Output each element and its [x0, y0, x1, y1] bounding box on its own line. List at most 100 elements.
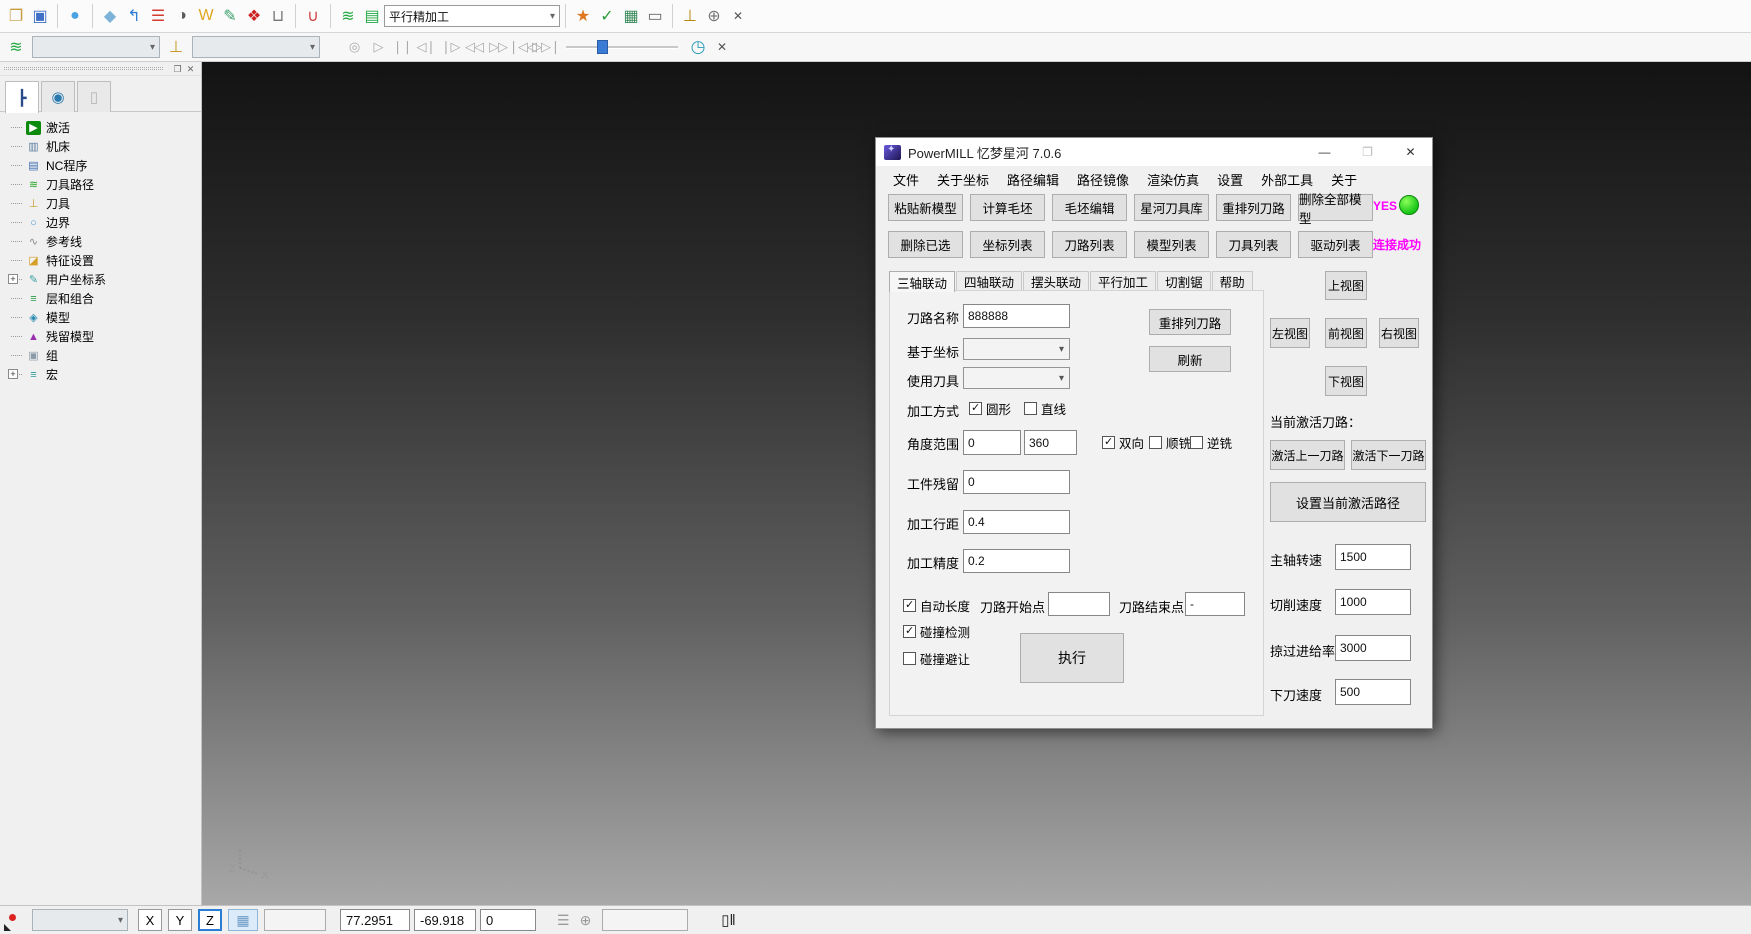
based-coord-dropdown[interactable]: ▾: [963, 338, 1070, 360]
favorites-tool-icon[interactable]: ★: [571, 3, 595, 29]
tab-parallel[interactable]: 平行加工: [1090, 271, 1156, 291]
expand-icon[interactable]: +: [8, 274, 18, 284]
play-icon[interactable]: ▷: [366, 34, 390, 60]
tree-item-activate[interactable]: + ▶ 激活: [8, 118, 201, 137]
toolpath-name-input[interactable]: [963, 304, 1070, 328]
tree-item-levels-sets[interactable]: + ≡ 层和组合: [8, 289, 201, 308]
menu-path-mirror[interactable]: 路径镜像: [1068, 168, 1138, 190]
ruler-icon[interactable]: ▭: [643, 3, 667, 29]
collision-icon[interactable]: W: [194, 3, 218, 29]
step-back-icon[interactable]: ◁❘: [414, 34, 438, 60]
refresh-button[interactable]: 刷新: [1149, 346, 1231, 372]
calc-block-button[interactable]: 计算毛坯: [970, 194, 1045, 221]
angle-to-input[interactable]: [1024, 430, 1077, 455]
locate-icon[interactable]: ⊕: [580, 912, 592, 929]
top-view-button[interactable]: 上视图: [1325, 271, 1367, 300]
sim-toolpath-combobox[interactable]: ▾: [32, 36, 160, 58]
explorer-tab-globe[interactable]: ◉: [41, 81, 75, 112]
sim-speed-slider-handle[interactable]: [597, 40, 608, 54]
tab-4axis[interactable]: 四轴联动: [956, 271, 1022, 291]
rearrange-toolpaths-button[interactable]: 重排列刀路: [1216, 194, 1291, 221]
toolpath-icon[interactable]: ≋: [336, 3, 360, 29]
sim-speed-slider[interactable]: [566, 38, 678, 56]
collision-detect-checkbox[interactable]: 碰撞检测: [903, 622, 970, 641]
tool-holder-icon[interactable]: ⊥: [678, 3, 702, 29]
tool-library-button[interactable]: 星河刀具库: [1134, 194, 1209, 221]
stepover-input[interactable]: [963, 510, 1070, 534]
drive-list-button[interactable]: 驱动列表: [1298, 231, 1373, 258]
tree-item-machine[interactable]: + ▥ 机床: [8, 137, 201, 156]
tab-swivel-head[interactable]: 摆头联动: [1023, 271, 1089, 291]
block-icon[interactable]: ◆: [98, 3, 122, 29]
menu-coords[interactable]: 关于坐标: [928, 168, 998, 190]
panel-grip[interactable]: ❐ ✕: [0, 62, 201, 76]
lamp-icon[interactable]: ◎: [342, 34, 366, 60]
tab-saw[interactable]: 切割锯: [1157, 271, 1211, 291]
lead-link-icon[interactable]: ∪: [301, 3, 325, 29]
delete-selected-button[interactable]: 删除已选: [888, 231, 963, 258]
tree-item-boundaries[interactable]: + ○ 边界: [8, 213, 201, 232]
menu-render-sim[interactable]: 渲染仿真: [1138, 168, 1208, 190]
front-view-button[interactable]: 前视图: [1325, 318, 1367, 348]
start-point-input[interactable]: [1048, 592, 1110, 616]
tree-item-patterns[interactable]: + ∿ 参考线: [8, 232, 201, 251]
pause-icon[interactable]: ❘❘: [390, 34, 414, 60]
go-end-icon[interactable]: ▷▷❘: [534, 34, 558, 60]
rearrange-toolpaths-button2[interactable]: 重排列刀路: [1149, 309, 1231, 335]
skim-feed-input[interactable]: [1335, 635, 1411, 661]
menu-about[interactable]: 关于: [1322, 168, 1366, 190]
minimize-button[interactable]: —: [1303, 138, 1346, 166]
strategy-combobox[interactable]: 平行精加工 ▾: [384, 5, 560, 27]
bidirectional-checkbox[interactable]: 双向: [1102, 433, 1144, 452]
grip-handle[interactable]: [4, 67, 163, 70]
verify-tool-icon[interactable]: ✓: [595, 3, 619, 29]
collision-avoid-checkbox[interactable]: 碰撞避让: [903, 649, 970, 668]
tree-item-toolpaths[interactable]: + ≋ 刀具路径: [8, 175, 201, 194]
panel-float-icon[interactable]: ❐: [171, 63, 184, 75]
clock-icon[interactable]: ◷: [686, 34, 710, 60]
maximize-button[interactable]: ❐: [1346, 138, 1389, 166]
draw-mode-icon[interactable]: [2, 908, 28, 932]
cutting-feed-input[interactable]: [1335, 589, 1411, 615]
rewind-icon[interactable]: ◁◁: [462, 34, 486, 60]
method-line-checkbox[interactable]: 直线: [1024, 399, 1066, 418]
tab-help[interactable]: 帮助: [1212, 271, 1253, 291]
mode-combobox[interactable]: ▾: [32, 909, 128, 931]
menu-settings[interactable]: 设置: [1208, 168, 1252, 190]
close-button[interactable]: ✕: [1389, 138, 1432, 166]
tree-item-models[interactable]: + ◈ 模型: [8, 308, 201, 327]
machine-setup-icon[interactable]: ⊕: [702, 3, 726, 29]
save-icon[interactable]: ▣: [28, 3, 52, 29]
conventional-mill-checkbox[interactable]: 逆铣: [1190, 433, 1232, 452]
axis-x-button[interactable]: X: [138, 909, 162, 931]
tab-3axis[interactable]: 三轴联动: [889, 271, 955, 292]
explorer-tab-tree[interactable]: ┣: [5, 81, 39, 113]
tree-item-groups[interactable]: + ▣ 组: [8, 346, 201, 365]
spindle-speed-input[interactable]: [1335, 544, 1411, 570]
bottom-view-button[interactable]: 下视图: [1325, 366, 1367, 396]
tree-item-macros[interactable]: + ≡ 宏: [8, 365, 201, 384]
menu-file[interactable]: 文件: [884, 168, 928, 190]
method-circle-checkbox[interactable]: 圆形: [969, 399, 1011, 418]
tree-item-workplanes[interactable]: + ✎ 用户坐标系: [8, 270, 201, 289]
left-view-button[interactable]: 左视图: [1270, 318, 1310, 348]
menu-path-edit[interactable]: 路径编辑: [998, 168, 1068, 190]
strategy-list-icon[interactable]: ▤: [360, 3, 384, 29]
dialog-titlebar[interactable]: PowerMILL 忆梦星河 7.0.6 — ❐ ✕: [876, 138, 1432, 166]
tree-item-stock-models[interactable]: + ▲ 残留模型: [8, 327, 201, 346]
coord-list-button[interactable]: 坐标列表: [970, 231, 1045, 258]
auto-length-checkbox[interactable]: 自动长度: [903, 596, 970, 615]
open-file-icon[interactable]: ❐: [4, 3, 28, 29]
pattern-edit-icon[interactable]: ✎: [218, 3, 242, 29]
block-edit-button[interactable]: 毛坯编辑: [1052, 194, 1127, 221]
tool-list-button[interactable]: 刀具列表: [1216, 231, 1291, 258]
points-icon[interactable]: ❖: [242, 3, 266, 29]
tool-icon[interactable]: ◑: [170, 3, 194, 29]
shaded-view-icon[interactable]: ●: [63, 3, 87, 29]
delete-all-models-button[interactable]: 删除全部模型: [1298, 194, 1373, 221]
execute-button[interactable]: 执行: [1020, 633, 1124, 683]
set-active-path-button[interactable]: 设置当前激活路径: [1270, 482, 1426, 522]
right-view-button[interactable]: 右视图: [1379, 318, 1419, 348]
use-tool-dropdown[interactable]: ▾: [963, 367, 1070, 389]
explorer-tab-trash[interactable]: ▯: [77, 81, 111, 112]
